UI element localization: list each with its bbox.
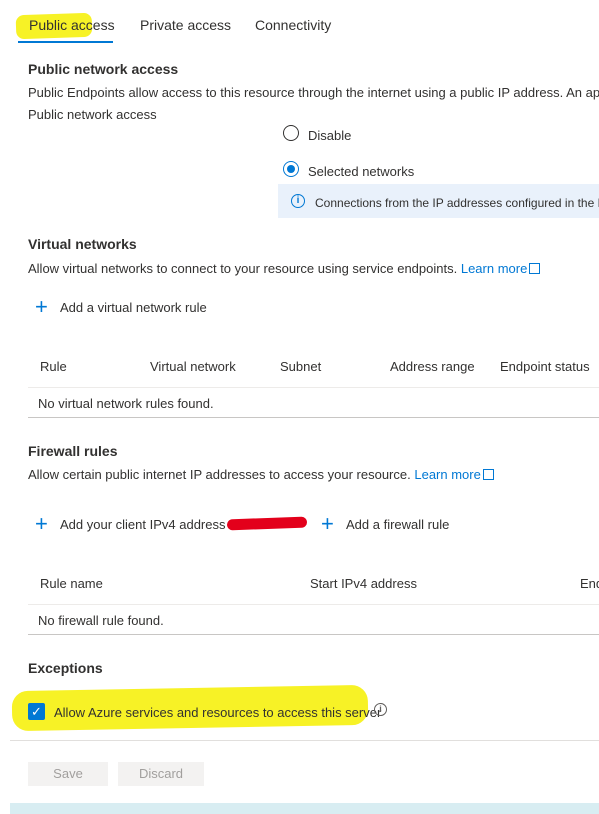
firewall-rules-description-text: Allow certain public internet IP address… [28,467,411,482]
add-client-ip-button[interactable]: Add your client IPv4 address [60,517,225,532]
add-icon: + [321,511,334,536]
tab-public-access[interactable]: Public access [29,17,115,33]
selected-networks-radio-label[interactable]: Selected networks [308,164,414,179]
footer-divider [10,740,599,741]
virtual-networks-title: Virtual networks [28,236,137,252]
selected-networks-radio[interactable] [283,161,299,177]
tab-private-access[interactable]: Private access [140,17,231,33]
external-link-icon [482,469,494,480]
virtual-networks-description: Allow virtual networks to connect to you… [28,261,541,276]
firewall-rules-title: Firewall rules [28,443,118,459]
info-icon: i [291,194,305,208]
vnet-header-divider [28,387,599,388]
public-network-title: Public network access [28,61,179,77]
fw-header-divider [28,604,599,605]
info-message-text: Connections from the IP addresses config… [315,196,599,210]
active-tab-underline [18,41,113,43]
bottom-panel-strip [10,803,599,814]
allow-azure-services-label[interactable]: Allow Azure services and resources to ac… [54,705,381,720]
add-icon: + [35,294,48,319]
fw-empty-text: No firewall rule found. [38,613,164,628]
redaction-mark [226,516,308,531]
discard-button[interactable]: Discard [118,762,204,786]
external-link-icon [529,263,541,274]
fw-table-bottom-divider [28,634,599,635]
disable-radio-label[interactable]: Disable [308,128,351,143]
add-firewall-rule-button[interactable]: Add a firewall rule [346,517,449,532]
fw-col-end-ip: End [580,576,599,591]
virtual-networks-description-text: Allow virtual networks to connect to you… [28,261,458,276]
exceptions-title: Exceptions [28,660,103,676]
tab-connectivity[interactable]: Connectivity [255,17,331,33]
add-icon: + [35,511,48,536]
vnet-col-address-range: Address range [390,359,475,374]
fw-col-rule-name: Rule name [40,576,103,591]
add-virtual-network-rule-button[interactable]: Add a virtual network rule [60,300,207,315]
disable-radio[interactable] [283,125,299,141]
public-network-field-label: Public network access [28,107,157,122]
vnet-col-rule: Rule [40,359,67,374]
info-icon[interactable]: i [374,703,387,716]
allow-azure-services-checkbox[interactable]: ✓ [28,703,45,720]
fw-col-start-ip: Start IPv4 address [310,576,417,591]
vnet-col-virtual-network: Virtual network [150,359,236,374]
public-network-description: Public Endpoints allow access to this re… [28,85,599,100]
vnet-col-subnet: Subnet [280,359,322,374]
virtual-networks-learn-more-link[interactable]: Learn more [461,261,527,276]
firewall-learn-more-link[interactable]: Learn more [414,467,480,482]
vnet-empty-text: No virtual network rules found. [38,396,214,411]
firewall-rules-description: Allow certain public internet IP address… [28,467,494,482]
vnet-col-endpoint-status: Endpoint status [500,359,590,374]
vnet-table-bottom-divider [28,417,599,418]
save-button[interactable]: Save [28,762,108,786]
